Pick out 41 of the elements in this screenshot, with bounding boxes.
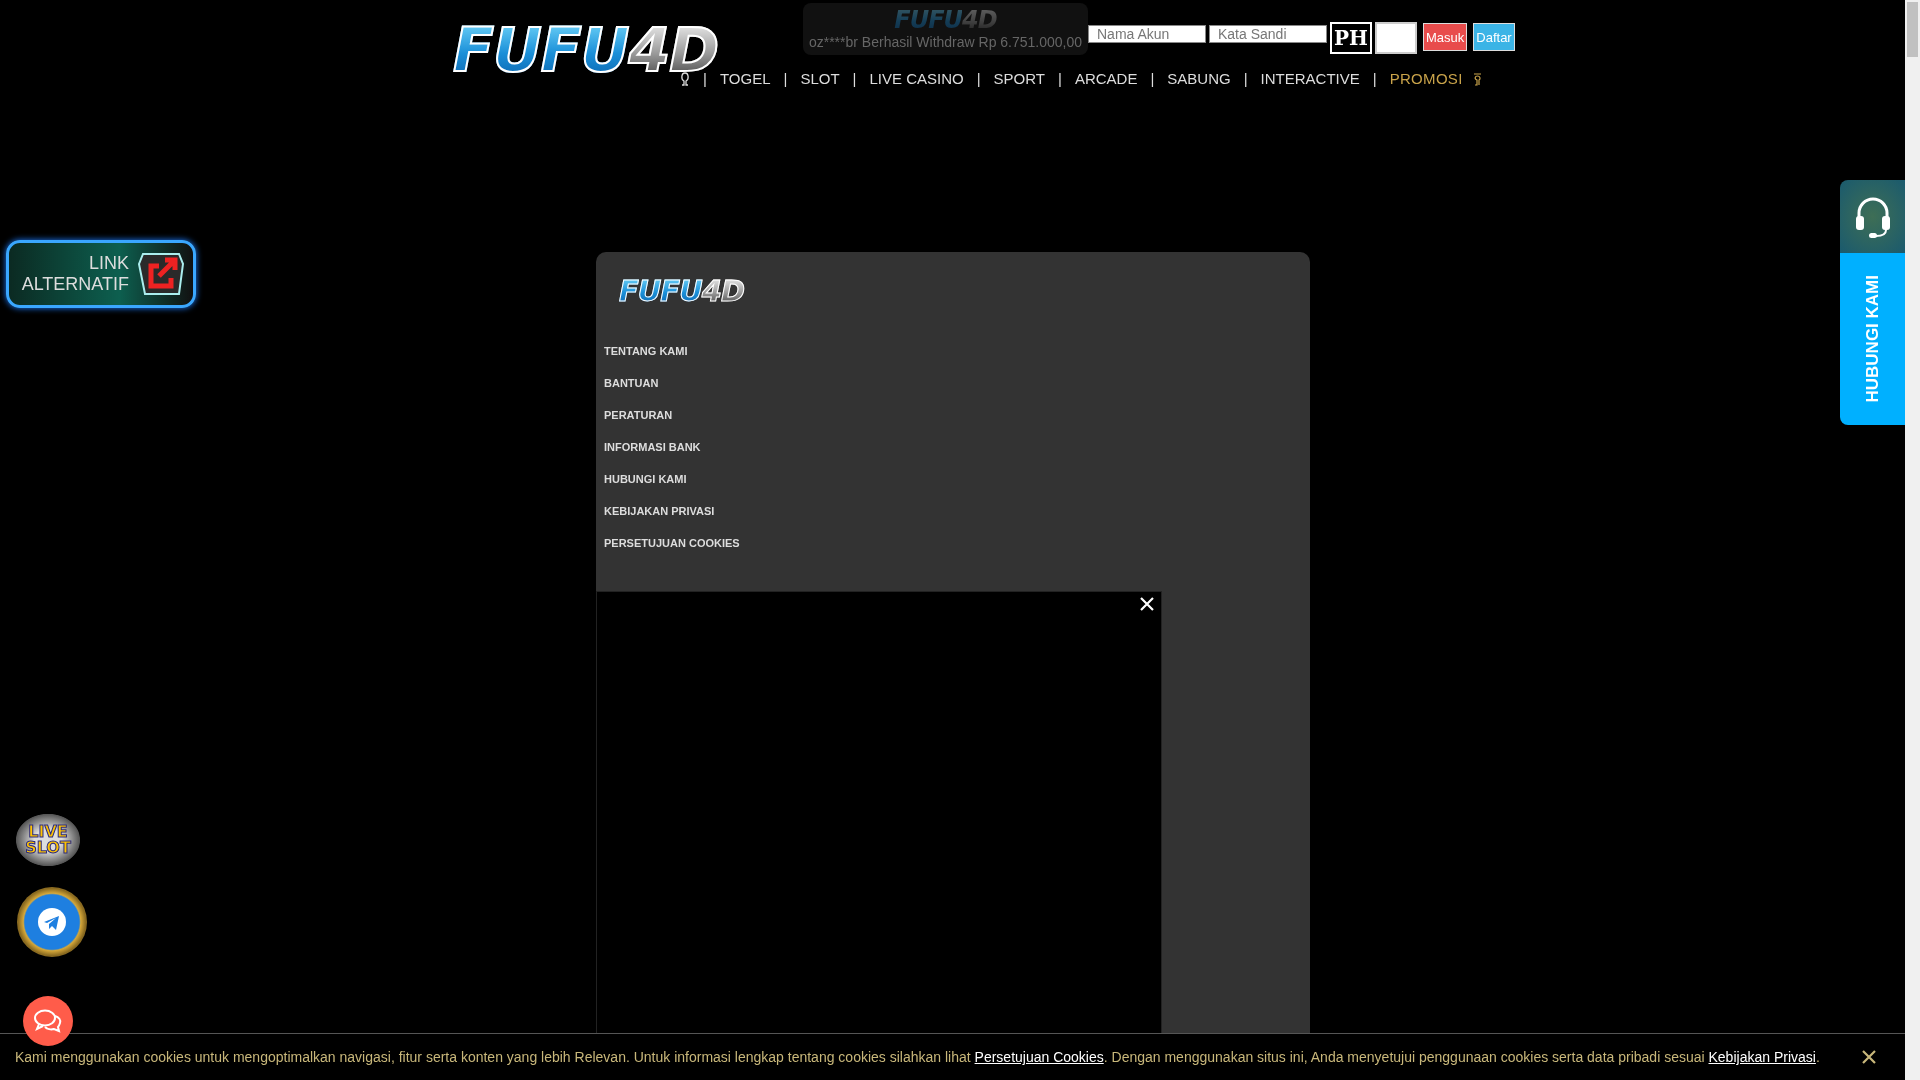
- cookie-policy-link[interactable]: Persetujuan Cookies: [974, 1049, 1104, 1065]
- nav-link[interactable]: ARCADE: [1074, 70, 1138, 87]
- nav-separator: |: [1058, 70, 1062, 87]
- nav-link[interactable]: SABUNG: [1167, 70, 1231, 87]
- menu-link[interactable]: INFORMASI BANK: [604, 441, 701, 453]
- scrollbar[interactable]: [1905, 0, 1920, 1080]
- nav-separator: |: [1150, 70, 1155, 87]
- nav-separator: |: [1372, 70, 1377, 87]
- nav-link[interactable]: SLOT: [800, 70, 840, 87]
- menu-link[interactable]: PERSETUJUAN COOKIES: [604, 537, 740, 549]
- nav-link[interactable]: TOGEL: [719, 70, 771, 87]
- link-alternatif-banner[interactable]: LINK ALTERNATIF: [6, 240, 196, 308]
- cookie-notice: Kami menggunakan cookies untuk mengoptimalkan navigasi, fitur serta konten yang lebih Relevan. Untuk informasi lengkap tentang cookies silahkan lihat Persetujuan Cookies. Dengan menggunakan situs ini, Anda menyetujui penggunaan cookies serta data pribadi sesuai Kebijakan Privasi.: [15, 1049, 1820, 1065]
- nav-link[interactable]: INTERACTIVE: [1260, 70, 1360, 87]
- nav-separator: |: [976, 70, 981, 87]
- login-button[interactable]: Masuk: [1423, 23, 1468, 51]
- privacy-policy-link[interactable]: Kebijakan Privasi: [1708, 1049, 1816, 1065]
- telegram-icon: [37, 907, 67, 937]
- nav-separator: |: [1243, 70, 1248, 87]
- password-field[interactable]: Kata Sandi: [1209, 25, 1327, 43]
- nav-separator: |: [703, 70, 707, 87]
- captcha-field[interactable]: [1375, 22, 1417, 54]
- menu-link[interactable]: PERATURAN: [604, 409, 673, 421]
- captcha-image: PH: [1330, 22, 1372, 54]
- nav-link[interactable]: SPORT: [993, 70, 1045, 87]
- chat-button[interactable]: [23, 996, 73, 1046]
- nav-separator: |: [852, 70, 857, 87]
- username-field[interactable]: Nama Akun: [1088, 25, 1206, 43]
- menu-link[interactable]: KEBIJAKAN PRIVASI: [604, 505, 715, 517]
- nav-separator: |: [783, 70, 788, 87]
- nav-link[interactable]: PROMOSI: [1389, 70, 1463, 87]
- withdraw-message: oz****br Berhasil Withdraw Rp 6.751.000,00: [808, 34, 1083, 50]
- menu-link[interactable]: TENTANG KAMI: [604, 345, 688, 357]
- external-link-icon: [137, 250, 185, 298]
- nav-link[interactable]: LIVE CASINO: [869, 70, 964, 87]
- menu-link[interactable]: BANTUAN: [604, 377, 659, 389]
- chat-icon: [34, 1008, 62, 1034]
- scroll-thumb[interactable]: [1907, 2, 1918, 57]
- menu-link[interactable]: HUBUNGI KAMI: [604, 473, 687, 485]
- contact-label: HUBUNGI KAMI: [1862, 275, 1883, 403]
- close-icon[interactable]: [1861, 1049, 1877, 1065]
